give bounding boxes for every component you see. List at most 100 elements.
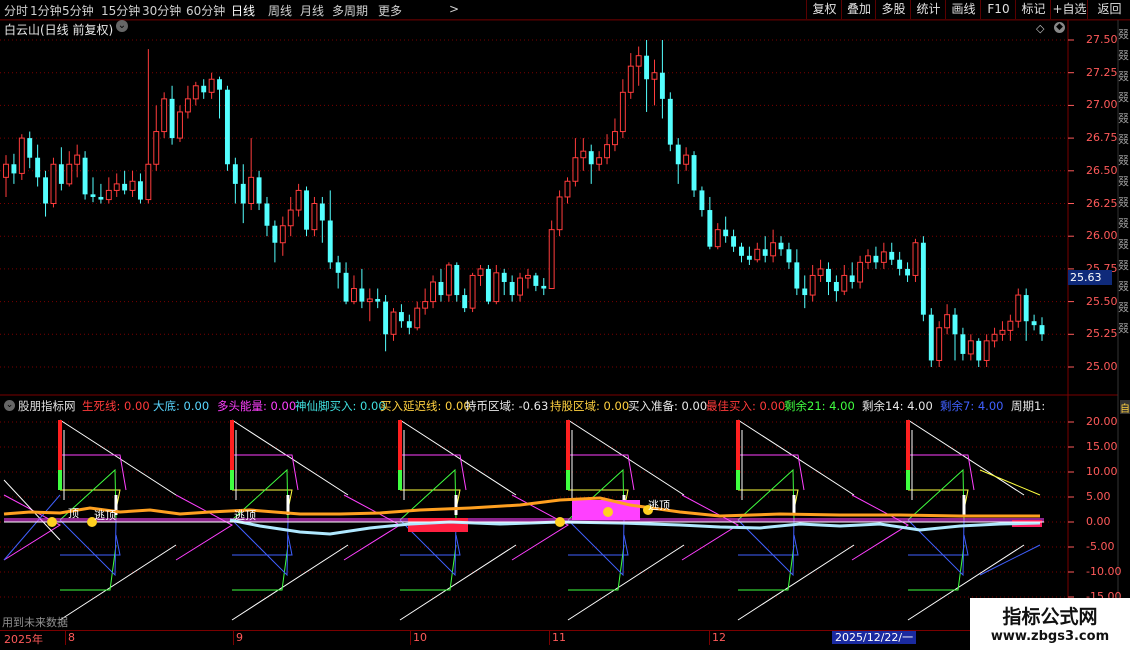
right-info-strip[interactable]: 叕叕叕叕叕叕叕叕叕叕叕叕叕叕叕 bbox=[1118, 24, 1130, 394]
annotation-escape-top: 逃顶 bbox=[94, 509, 116, 522]
diamond-icon[interactable]: ◇ bbox=[1036, 22, 1044, 35]
candle-down bbox=[272, 225, 278, 243]
candle-down bbox=[335, 262, 341, 273]
price-tick: 25.25 bbox=[1086, 327, 1118, 341]
cycle-line-white bbox=[231, 544, 349, 621]
candle-up bbox=[714, 229, 721, 248]
candle-up bbox=[857, 261, 864, 283]
candle-up bbox=[912, 242, 919, 276]
candle-down bbox=[201, 85, 207, 93]
edge-line bbox=[3, 479, 61, 541]
candle-up bbox=[366, 298, 373, 303]
candle-down bbox=[794, 262, 800, 289]
watermark-title: 指标公式网 bbox=[1002, 606, 1098, 628]
candle-down bbox=[438, 281, 444, 296]
indicator-value: 剩余21: 4.00 bbox=[784, 399, 855, 413]
candle-down bbox=[723, 229, 729, 237]
indicator-value: 生死线: 0.00 bbox=[82, 399, 150, 413]
candle-down bbox=[383, 301, 389, 335]
candle-down bbox=[889, 251, 895, 260]
candle-down bbox=[240, 183, 246, 204]
candle-up bbox=[983, 340, 990, 361]
candle-up bbox=[999, 329, 1006, 335]
candle-up bbox=[153, 131, 160, 165]
candle-down bbox=[501, 272, 507, 282]
indicator-tick: 15.00 bbox=[1086, 440, 1118, 453]
candle-up bbox=[177, 111, 183, 139]
price-tick: 27.00 bbox=[1086, 98, 1118, 112]
candle-up bbox=[1015, 294, 1022, 322]
settings-icon[interactable]: ◆ bbox=[1054, 22, 1065, 33]
candle-up bbox=[1007, 320, 1014, 331]
cycle-line-magenta bbox=[175, 494, 233, 561]
month-tick bbox=[233, 631, 234, 645]
candle-down bbox=[11, 164, 17, 174]
candle-down bbox=[398, 312, 404, 322]
strip-char: 叕 bbox=[1118, 259, 1129, 272]
indicator-side-tab[interactable]: 自 bbox=[1120, 400, 1130, 415]
cycle-line-blue bbox=[60, 534, 121, 556]
candle-down bbox=[122, 183, 128, 191]
cycle-line-white bbox=[231, 419, 349, 496]
candle-up bbox=[611, 131, 618, 146]
cycle-line-blue bbox=[400, 534, 461, 556]
candle-up bbox=[248, 176, 255, 204]
indicator-value: 多头能量: 0.00 bbox=[217, 399, 297, 413]
candle-up bbox=[865, 255, 871, 263]
chevron-down-icon[interactable]: ⌄ bbox=[116, 20, 128, 32]
strip-char: 叕 bbox=[1118, 28, 1129, 41]
strip-char: 叕 bbox=[1118, 91, 1129, 104]
candle-down bbox=[406, 321, 412, 328]
indicator-tick: -5.00 bbox=[1086, 540, 1115, 553]
strip-char: 叕 bbox=[1118, 301, 1129, 314]
candle-up bbox=[651, 72, 658, 80]
annotation-top: 顶 bbox=[68, 507, 79, 520]
candle-down bbox=[82, 157, 88, 195]
watermark-url: www.zbgs3.com bbox=[990, 629, 1110, 644]
cycle-line-blue bbox=[738, 534, 799, 556]
candle-up bbox=[184, 98, 191, 113]
candle-up bbox=[880, 251, 887, 263]
cycle-line-white bbox=[59, 544, 177, 621]
candle-down bbox=[667, 98, 673, 145]
candle-down bbox=[35, 157, 41, 178]
cycle-line-white bbox=[399, 419, 517, 496]
candle-down bbox=[232, 164, 238, 184]
price-tick: 27.50 bbox=[1086, 33, 1118, 46]
candle-down bbox=[224, 89, 230, 165]
indicator-name[interactable]: 股朋指标网 bbox=[18, 398, 76, 414]
candle-up bbox=[145, 163, 152, 201]
candle-up bbox=[469, 274, 476, 309]
candle-up bbox=[604, 144, 610, 159]
candle-down bbox=[707, 210, 713, 247]
chart-canvas[interactable] bbox=[0, 0, 1130, 650]
candle-up bbox=[754, 248, 761, 261]
candle-down bbox=[897, 259, 903, 269]
price-tick: 25.00 bbox=[1086, 360, 1118, 373]
indicator-tick: 0.00 bbox=[1086, 515, 1111, 528]
candle-up bbox=[635, 55, 642, 67]
candle-up bbox=[517, 277, 523, 296]
candle-up bbox=[477, 268, 484, 276]
candle-up bbox=[770, 242, 777, 257]
edge-line bbox=[979, 544, 1041, 576]
candle-down bbox=[264, 203, 270, 226]
candle-up bbox=[627, 65, 634, 93]
strip-char: 叕 bbox=[1118, 280, 1129, 293]
strip-char: 叕 bbox=[1118, 175, 1129, 188]
cycle-line-white bbox=[567, 544, 685, 621]
candle-down bbox=[27, 138, 33, 158]
candle-up bbox=[414, 307, 421, 329]
candle-down bbox=[802, 288, 808, 296]
edge-line bbox=[3, 494, 61, 561]
candle-up bbox=[74, 154, 81, 165]
edge-line bbox=[979, 469, 1041, 496]
candle-up bbox=[967, 340, 974, 355]
indicator-dropdown-icon[interactable]: ⌄ bbox=[4, 400, 15, 411]
month-tick bbox=[549, 631, 550, 645]
candle-up bbox=[279, 225, 286, 244]
zero-band bbox=[4, 518, 1044, 522]
price-tick: 26.75 bbox=[1086, 131, 1118, 145]
candle-down bbox=[485, 268, 491, 302]
candle-down bbox=[343, 272, 349, 302]
